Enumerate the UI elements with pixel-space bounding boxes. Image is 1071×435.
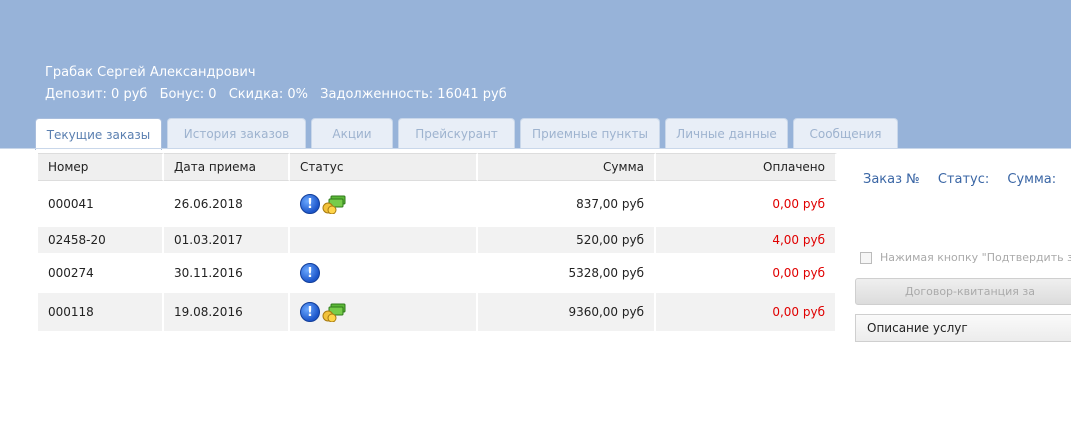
- tab-pickup-points[interactable]: Приемные пункты: [520, 118, 660, 149]
- tab-promotions[interactable]: Акции: [311, 118, 393, 149]
- tab-personal-data[interactable]: Личные данные: [665, 118, 788, 149]
- order-number: 000118: [38, 293, 164, 331]
- order-sum-label: Сумма:: [1007, 172, 1057, 187]
- header-paid[interactable]: Оплачено: [656, 153, 837, 181]
- order-date: 26.06.2018: [164, 181, 290, 227]
- order-status: [290, 227, 478, 253]
- table-row[interactable]: 000274 30.11.2016 ! 5328,00 руб 0,00 руб: [38, 253, 837, 293]
- tab-price-list[interactable]: Прейскурант: [398, 118, 515, 149]
- order-number-label: Заказ №: [863, 172, 920, 187]
- order-number: 000274: [38, 253, 164, 293]
- orders-table: Номер Дата приема Статус Сумма Оплачено …: [38, 153, 837, 331]
- order-date: 19.08.2016: [164, 293, 290, 331]
- info-icon[interactable]: !: [300, 194, 320, 214]
- order-paid: 4,00 руб: [656, 227, 837, 253]
- order-status: !: [290, 181, 478, 227]
- header-date[interactable]: Дата приема: [164, 153, 290, 181]
- tab-order-history[interactable]: История заказов: [167, 118, 306, 149]
- tab-baseline: [0, 148, 1071, 149]
- order-sum: 9360,00 руб: [478, 293, 656, 331]
- agreement-row: Нажимая кнопку "Подтвердить за: [860, 251, 1071, 264]
- services-description-button[interactable]: Описание услуг: [855, 314, 1071, 342]
- order-status-label: Статус:: [937, 172, 990, 187]
- bonus-value: Бонус: 0: [159, 87, 217, 102]
- order-paid: 0,00 руб: [656, 293, 837, 331]
- user-stats: Депозит: 0 руб Бонус: 0 Скидка: 0% Задол…: [45, 87, 515, 102]
- user-name: Грабак Сергей Александрович: [45, 65, 256, 80]
- order-details-header: Заказ № Статус: Сумма:: [863, 172, 1070, 187]
- agreement-checkbox[interactable]: [860, 251, 872, 264]
- tab-current-orders[interactable]: Текущие заказы: [35, 118, 162, 150]
- info-icon[interactable]: !: [300, 263, 320, 283]
- order-sum: 520,00 руб: [478, 227, 656, 253]
- discount-value: Скидка: 0%: [228, 87, 309, 102]
- table-row[interactable]: 000041 26.06.2018 ! 837,00 руб 0,00 руб: [38, 181, 837, 227]
- order-sum: 5328,00 руб: [478, 253, 656, 293]
- header-number[interactable]: Номер: [38, 153, 164, 181]
- order-date: 01.03.2017: [164, 227, 290, 253]
- info-icon[interactable]: !: [300, 302, 320, 322]
- table-row[interactable]: 02458-20 01.03.2017 520,00 руб 4,00 руб: [38, 227, 837, 253]
- order-number: 02458-20: [38, 227, 164, 253]
- order-date: 30.11.2016: [164, 253, 290, 293]
- order-status: !: [290, 253, 478, 293]
- table-row[interactable]: 000118 19.08.2016 ! 9360,00 руб 0,00 руб: [38, 293, 837, 331]
- deposit-value: Депозит: 0 руб: [45, 87, 148, 102]
- order-status: !: [290, 293, 478, 331]
- money-icon[interactable]: [322, 194, 346, 214]
- header-status[interactable]: Статус: [290, 153, 478, 181]
- agreement-text: Нажимая кнопку "Подтвердить за: [880, 251, 1071, 264]
- table-header-row: Номер Дата приема Статус Сумма Оплачено: [38, 153, 837, 181]
- order-paid: 0,00 руб: [656, 181, 837, 227]
- tab-messages[interactable]: Сообщения: [793, 118, 898, 149]
- order-number: 000041: [38, 181, 164, 227]
- contract-receipt-button[interactable]: Договор-квитанция за: [855, 278, 1071, 305]
- money-icon[interactable]: [322, 302, 346, 322]
- order-sum: 837,00 руб: [478, 181, 656, 227]
- debt-value: Задолженность: 16041 руб: [320, 87, 507, 102]
- header-sum[interactable]: Сумма: [478, 153, 656, 181]
- tab-bar: Текущие заказы История заказов Акции Пре…: [35, 118, 903, 150]
- order-paid: 0,00 руб: [656, 253, 837, 293]
